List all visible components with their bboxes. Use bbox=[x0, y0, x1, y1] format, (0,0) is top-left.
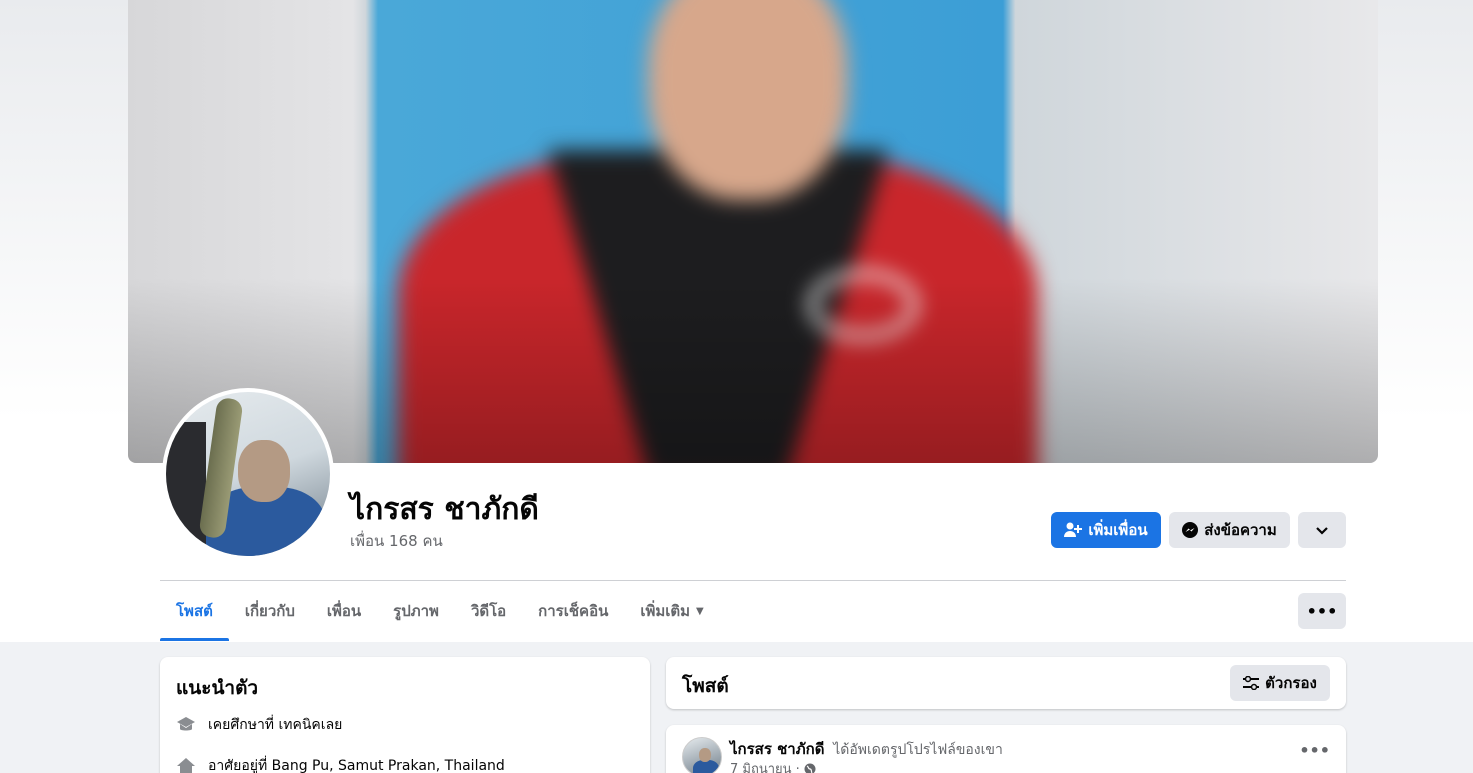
home-icon bbox=[176, 756, 196, 773]
post-options-icon[interactable]: ••• bbox=[1299, 741, 1330, 760]
filter-icon bbox=[1243, 676, 1260, 690]
post-card: ไกรสร ชาภักดี ได้อัพเดตรูปโปรไฟล์ของเขา … bbox=[666, 725, 1346, 773]
add-friend-button[interactable]: เพิ่มเพื่อน bbox=[1051, 512, 1161, 548]
post-action-text: ได้อัพเดตรูปโปรไฟล์ของเขา bbox=[833, 742, 1003, 758]
filter-button[interactable]: ตัวกรอง bbox=[1230, 665, 1330, 701]
tab-label: วิดีโอ bbox=[470, 602, 507, 620]
intro-card: แนะนำตัว เคยศึกษาที่ เทคนิคเลย อาศัยอยู่… bbox=[160, 657, 650, 773]
friend-count[interactable]: เพื่อน 168 คน bbox=[350, 529, 443, 553]
tab-label: การเช็คอิน bbox=[538, 602, 609, 620]
caret-down-icon: ▼ bbox=[696, 605, 704, 617]
tab-label: โพสต์ bbox=[176, 602, 213, 620]
tab-more[interactable]: เพิ่มเติม ▼ bbox=[624, 581, 719, 641]
globe-icon bbox=[804, 763, 816, 773]
ellipsis-icon: ••• bbox=[1306, 601, 1338, 621]
post-author-avatar[interactable] bbox=[682, 737, 722, 773]
tab-label: รูปภาพ bbox=[393, 602, 439, 620]
tab-label: เพิ่มเติม bbox=[640, 602, 691, 620]
tab-about[interactable]: เกี่ยวกับ bbox=[229, 581, 311, 641]
tab-label: เกี่ยวกับ bbox=[244, 602, 295, 620]
posts-header-card: โพสต์ ตัวกรอง bbox=[666, 657, 1346, 709]
add-friend-label: เพิ่มเพื่อน bbox=[1088, 521, 1148, 539]
posts-title: โพสต์ bbox=[682, 675, 729, 697]
profile-dropdown-button[interactable] bbox=[1298, 512, 1346, 548]
intro-education: เคยศึกษาที่ เทคนิคเลย bbox=[176, 714, 342, 736]
tab-photos[interactable]: รูปภาพ bbox=[377, 581, 455, 641]
tab-posts[interactable]: โพสต์ bbox=[160, 581, 229, 641]
chevron-down-icon bbox=[1316, 521, 1328, 539]
tab-checkins[interactable]: การเช็คอิน bbox=[522, 581, 624, 641]
message-button[interactable]: ส่งข้อความ bbox=[1169, 512, 1290, 548]
intro-item-text: เคยศึกษาที่ เทคนิคเลย bbox=[208, 717, 343, 733]
intro-item-text: อาศัยอยู่ที่ Bang Pu, Samut Prakan, Thai… bbox=[208, 758, 505, 773]
messenger-icon bbox=[1182, 522, 1199, 538]
add-friend-icon bbox=[1064, 522, 1083, 538]
tab-friends[interactable]: เพื่อน bbox=[311, 581, 377, 641]
tabs-more-button[interactable]: ••• bbox=[1298, 593, 1346, 629]
graduation-cap-icon bbox=[176, 715, 196, 735]
tab-label: เพื่อน bbox=[326, 602, 362, 620]
profile-picture[interactable] bbox=[162, 388, 334, 560]
message-label: ส่งข้อความ bbox=[1204, 521, 1277, 539]
cover-photo[interactable] bbox=[128, 0, 1378, 463]
filter-label: ตัวกรอง bbox=[1265, 674, 1317, 692]
tab-videos[interactable]: วิดีโอ bbox=[455, 581, 522, 641]
intro-title: แนะนำตัว bbox=[176, 677, 259, 699]
profile-name: ไกรสร ชาภักดี bbox=[350, 492, 539, 527]
post-author-link[interactable]: ไกรสร ชาภักดี bbox=[730, 740, 824, 758]
post-date[interactable]: 7 มิถุนายน · bbox=[730, 758, 800, 773]
intro-residence: อาศัยอยู่ที่ Bang Pu, Samut Prakan, Thai… bbox=[176, 755, 505, 773]
profile-tabs: โพสต์ เกี่ยวกับ เพื่อน รูปภาพ วิดีโอ การ… bbox=[160, 581, 720, 641]
post-meta: 7 มิถุนายน · bbox=[730, 758, 816, 773]
